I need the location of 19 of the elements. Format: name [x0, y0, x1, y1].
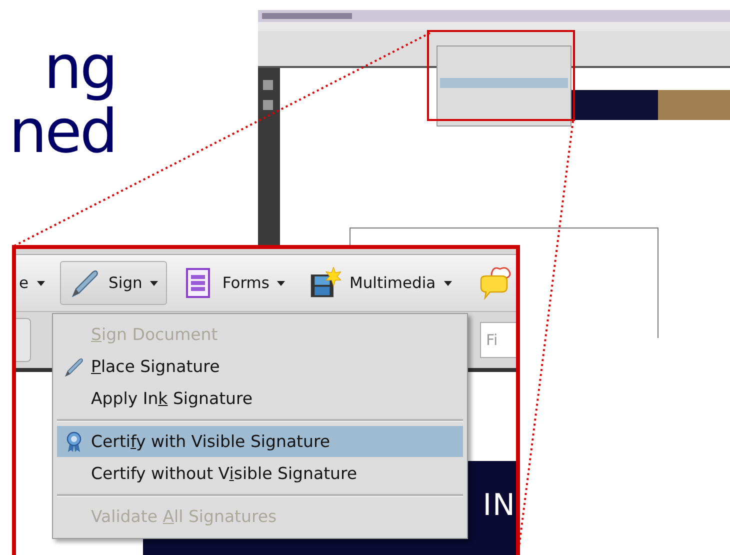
toolbar-button[interactable]: Multimedia	[300, 261, 461, 305]
toolbar-button[interactable]: Forms	[173, 261, 294, 305]
comment-icon	[478, 266, 512, 300]
caret-icon	[277, 280, 286, 286]
film-icon	[309, 267, 342, 299]
pen-icon	[63, 356, 85, 378]
toolbar-button[interactable]	[16, 318, 31, 362]
toolbar-button[interactable]: e	[16, 261, 54, 305]
slide-title-text: ng	[44, 36, 116, 100]
menu-item[interactable]: Apply Ink Signature	[57, 383, 463, 414]
slide-title-text: ned	[8, 100, 116, 164]
banner-text: IN	[482, 488, 516, 522]
caret-icon	[444, 280, 452, 286]
menu-item[interactable]: Certify with Visible Signature	[57, 426, 463, 457]
caret-icon	[150, 280, 158, 286]
menu-item[interactable]: Place Signature	[57, 351, 463, 382]
caret-icon	[36, 280, 45, 286]
toolbar-button[interactable]: Sign	[60, 261, 168, 305]
menu-item[interactable]: Certify without Visible Signature	[57, 458, 463, 489]
